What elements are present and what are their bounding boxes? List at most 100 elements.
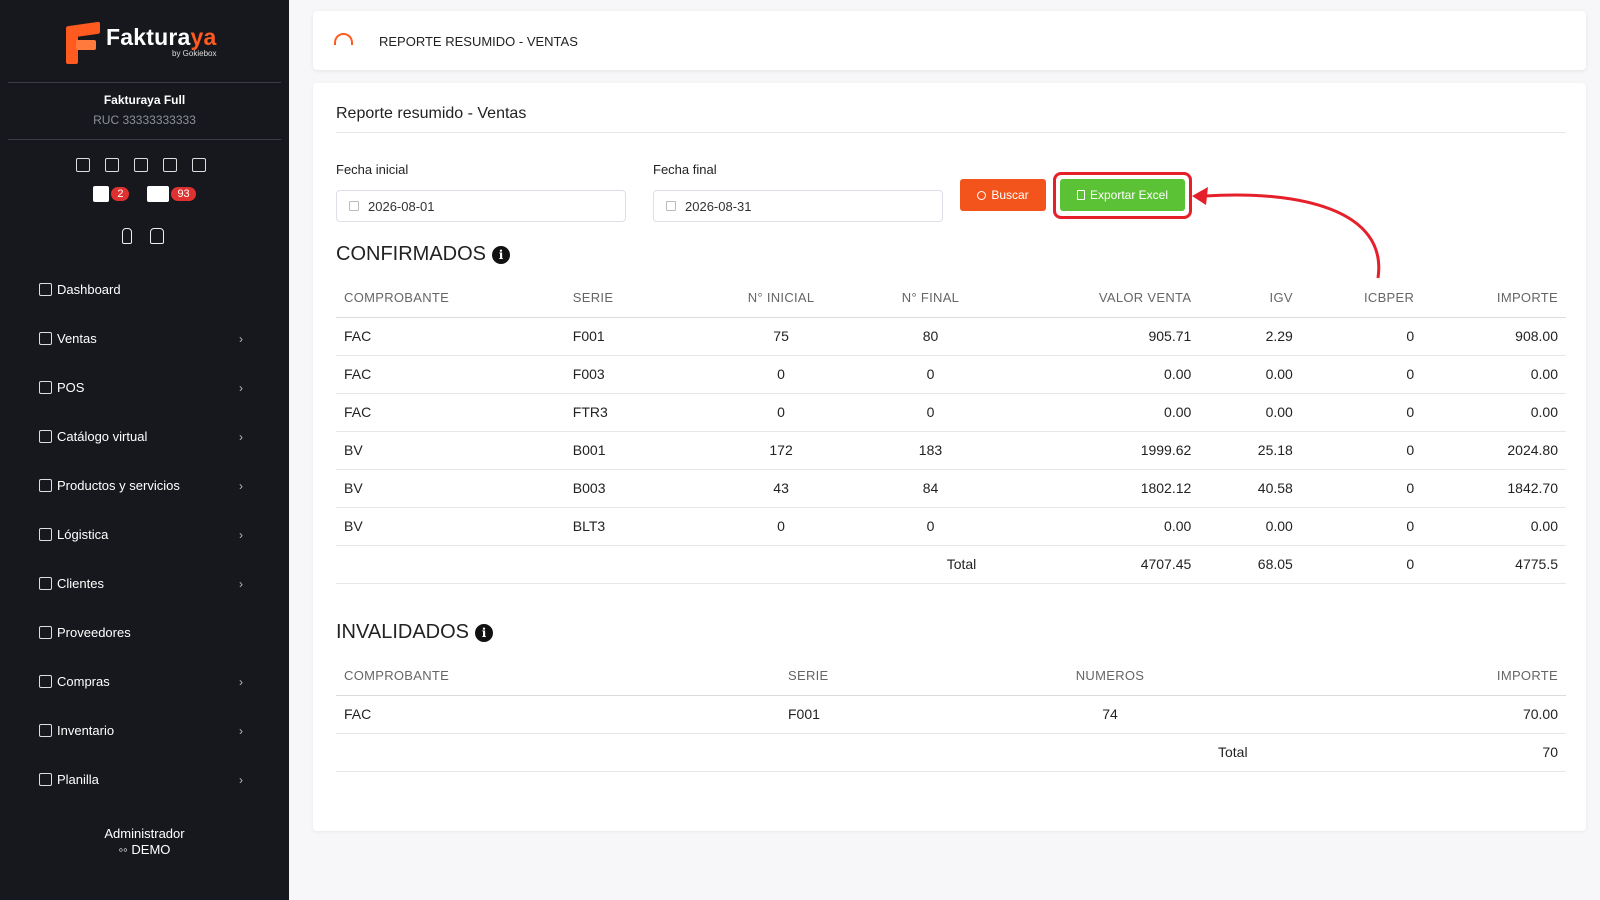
table-cell: 0.00	[1422, 393, 1566, 432]
clipboard-icon	[39, 724, 52, 737]
table-cell: 1802.12	[999, 469, 1200, 508]
table-cell: B003	[564, 469, 701, 508]
table-cell: 0	[700, 355, 862, 394]
total-label: Total	[1218, 744, 1248, 760]
table-cell: 84	[861, 469, 1000, 508]
column-header: N° INICIAL	[700, 279, 862, 318]
total-icbper: 0	[1300, 545, 1423, 584]
sidebar-item-proveedores[interactable]: Proveedores	[0, 608, 289, 657]
users-icon	[39, 577, 52, 590]
table-cell: FAC	[336, 355, 565, 394]
calendar-badge[interactable]: 2	[93, 186, 130, 202]
sidebar-item-planilla[interactable]: Planilla ›	[0, 755, 289, 804]
calendar-icon	[666, 201, 676, 211]
total-valor-venta: 4707.45	[999, 545, 1200, 584]
sidebar-item-label: Inventario	[57, 723, 115, 738]
sidebar-item-dashboard[interactable]: Dashboard	[0, 265, 289, 314]
sidebar-item-ventas[interactable]: Ventas ›	[0, 314, 289, 363]
column-header: COMPROBANTE	[336, 279, 565, 318]
table-cell: 74	[1010, 695, 1210, 734]
sidebar-item-inventario[interactable]: Inventario ›	[0, 706, 289, 755]
receipt-icon	[39, 332, 52, 345]
search-icon	[977, 190, 987, 200]
utility-icons	[122, 228, 164, 244]
table-cell: 0.00	[1199, 393, 1301, 432]
box-icon[interactable]	[192, 158, 206, 172]
list-icon[interactable]	[134, 158, 148, 172]
sidebar-item-pos[interactable]: POS ›	[0, 363, 289, 412]
table-row: BV B001 172 183 1999.62 25.18 0 2024.80	[336, 431, 1566, 470]
table-cell: F003	[564, 355, 701, 394]
table-cell: 0	[1300, 355, 1423, 394]
export-excel-button[interactable]: Exportar Excel	[1060, 179, 1185, 211]
chevron-right-icon: ›	[239, 674, 243, 689]
sidebar-item-label: Planilla	[57, 772, 99, 787]
sidebar-item-label: Catálogo virtual	[57, 429, 148, 444]
calendar-x-icon	[93, 186, 110, 202]
total-igv: 68.05	[1199, 545, 1301, 584]
table-cell: 2.29	[1199, 317, 1301, 356]
divider	[8, 139, 281, 140]
new-document-icon[interactable]	[76, 158, 90, 172]
table-row: BV B003 43 84 1802.12 40.58 0 1842.70	[336, 469, 1566, 508]
sidebar-nav: Dashboard Ventas › POS › Catálogo virtua…	[0, 265, 289, 804]
chevron-right-icon: ›	[239, 772, 243, 787]
sidebar-item-label: Productos y servicios	[57, 478, 180, 493]
column-header: SERIE	[780, 657, 1010, 696]
sidebar-item-label: Dashboard	[57, 282, 121, 297]
table-cell: FAC	[336, 393, 565, 432]
total-label: Total	[861, 545, 1000, 584]
store-icon[interactable]	[105, 158, 119, 172]
lock-icon[interactable]	[122, 228, 132, 244]
start-date-label: Fecha inicial	[336, 162, 409, 177]
notification-badges: 2 93	[0, 186, 289, 202]
sidebar-item-catálogo-virtual[interactable]: Catálogo virtual ›	[0, 412, 289, 461]
table-cell: 0.00	[999, 507, 1200, 546]
bell-icon[interactable]	[150, 228, 164, 244]
admin-info[interactable]: Administrador ◦◦ DEMO	[0, 826, 289, 858]
package-icon	[39, 479, 52, 492]
id-badge-icon	[39, 773, 52, 786]
company-name: Fakturaya Full	[103, 93, 186, 107]
table-cell: 908.00	[1422, 317, 1566, 356]
table-cell: 1842.70	[1422, 469, 1566, 508]
table-cell: 0	[700, 507, 862, 546]
brand-logo[interactable]: Fakturaya by Gokiebox	[66, 21, 217, 64]
column-header: VALOR VENTA	[999, 279, 1200, 318]
invalidados-table: COMPROBANTE SERIE NUMEROS IMPORTE FAC F001 74…	[336, 657, 1566, 772]
brand-name: Fakturaya	[106, 24, 217, 50]
sidebar-item-lógistica[interactable]: Lógistica ›	[0, 510, 289, 559]
column-header: IMPORTE	[1210, 657, 1566, 696]
total-importe: 4775.5	[1422, 545, 1566, 584]
brand-byline: by Gokiebox	[172, 49, 217, 58]
logo-mark-icon	[66, 21, 100, 64]
chevron-right-icon: ›	[239, 478, 243, 493]
table-cell: 40.58	[1199, 469, 1301, 508]
sidebar-item-clientes[interactable]: Clientes ›	[0, 559, 289, 608]
column-header: IMPORTE	[1422, 279, 1566, 318]
sidebar-item-compras[interactable]: Compras ›	[0, 657, 289, 706]
sidebar-item-productos-y-servicios[interactable]: Productos y servicios ›	[0, 461, 289, 510]
table-row: FAC F001 74 70.00	[336, 695, 1566, 734]
table-cell: 905.71	[999, 317, 1200, 356]
info-icon[interactable]: i	[475, 623, 493, 642]
column-header: SERIE	[564, 279, 701, 318]
admin-role: Administrador	[104, 826, 185, 841]
table-cell: FAC	[336, 317, 565, 356]
info-icon[interactable]: i	[492, 245, 510, 264]
sidebar-item-label: Proveedores	[57, 625, 131, 640]
search-button[interactable]: Buscar	[960, 179, 1046, 211]
sidebar-item-label: Lógistica	[57, 527, 109, 542]
start-date-input[interactable]: 2026-08-01	[336, 190, 626, 222]
table-cell: 43	[700, 469, 862, 508]
table-cell: BLT3	[564, 507, 701, 546]
card-title: Reporte resumido - Ventas	[336, 105, 527, 122]
box-icon	[147, 186, 170, 202]
speedometer-icon	[334, 33, 353, 45]
end-date-input[interactable]: 2026-08-31	[653, 190, 943, 222]
table-cell: BV	[336, 431, 565, 470]
users-icon[interactable]	[163, 158, 177, 172]
packages-badge[interactable]: 93	[147, 186, 196, 202]
table-cell: 0	[861, 393, 1000, 432]
admin-user: ◦◦ DEMO	[118, 842, 171, 857]
